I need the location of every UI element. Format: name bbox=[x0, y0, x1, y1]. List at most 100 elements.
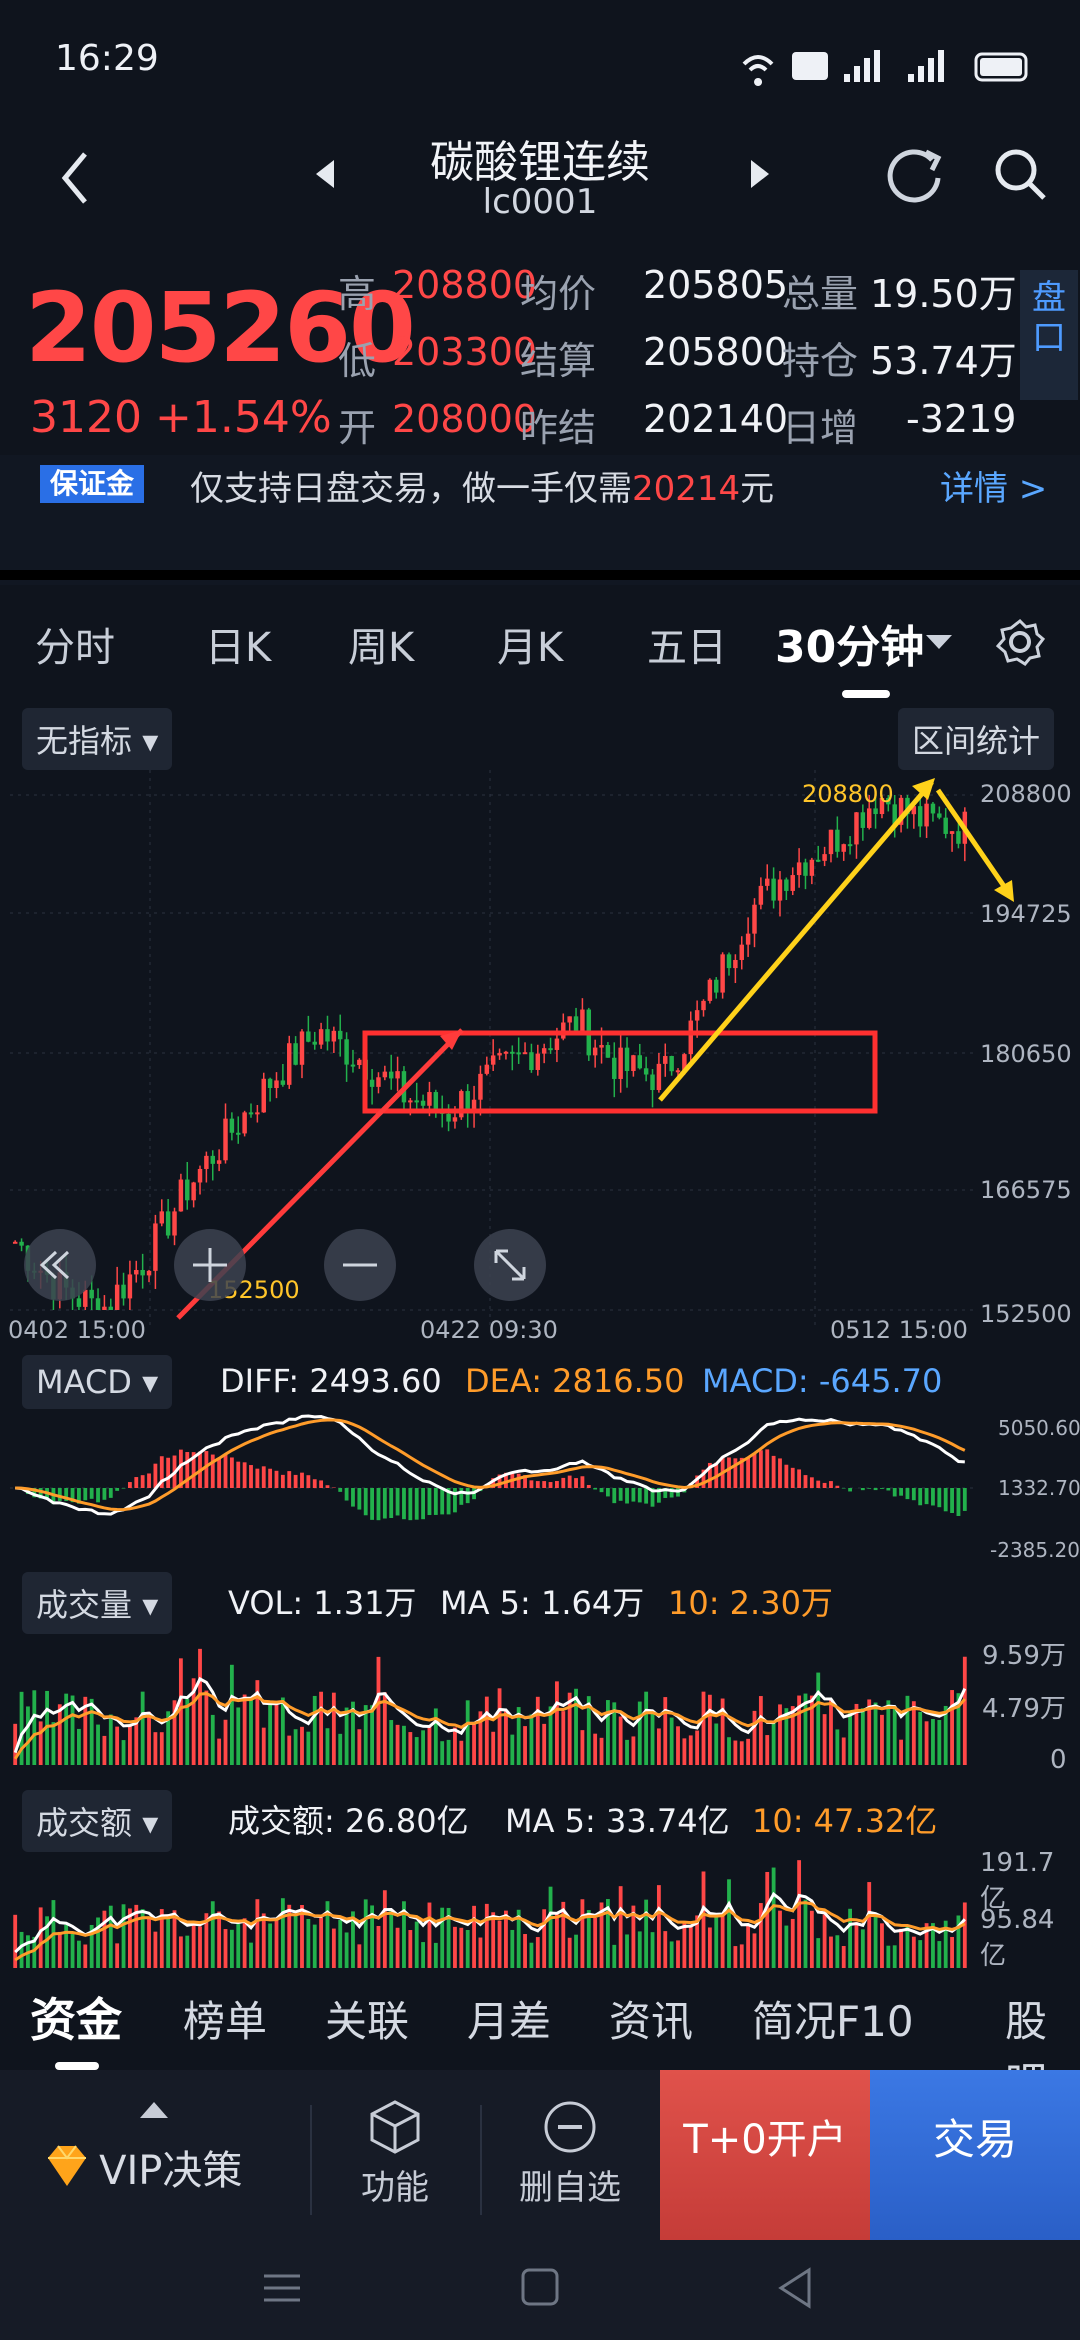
volume-bar bbox=[268, 1704, 273, 1765]
volume-bar bbox=[421, 1730, 425, 1765]
back-nav-icon[interactable] bbox=[775, 2266, 815, 2310]
tab-news[interactable]: 资讯 bbox=[609, 1988, 693, 2049]
volume-bar bbox=[880, 1714, 884, 1765]
kline-chart[interactable]: 208800 152500 bbox=[0, 770, 1080, 1345]
macd-bar bbox=[249, 1465, 253, 1488]
macd-bar bbox=[841, 1488, 846, 1489]
macd-diff: DIFF: 2493.60 bbox=[220, 1362, 442, 1400]
volume-bar bbox=[733, 1740, 738, 1765]
volume-bar bbox=[331, 1928, 336, 1968]
candle-body bbox=[612, 1057, 617, 1079]
tab-related[interactable]: 关联 bbox=[325, 1988, 409, 2049]
macd-bar bbox=[57, 1488, 62, 1501]
amount-value: 成交额: 26.80亿 bbox=[228, 1802, 469, 1840]
candle-body bbox=[835, 829, 840, 852]
indicator-select[interactable]: 无指标 ▾ bbox=[22, 708, 173, 770]
scroll-left-button[interactable] bbox=[24, 1229, 96, 1301]
next-contract-icon[interactable] bbox=[745, 154, 775, 194]
volume-bar bbox=[217, 1738, 222, 1765]
tab-rankings[interactable]: 榜单 bbox=[183, 1988, 267, 2049]
remove-watchlist-button[interactable]: 删自选 bbox=[510, 2098, 630, 2209]
volume-bar bbox=[771, 1722, 776, 1765]
tab-weekly[interactable]: 周K bbox=[348, 615, 414, 673]
function-button[interactable]: 功能 bbox=[345, 2098, 445, 2209]
gear-icon[interactable] bbox=[995, 617, 1045, 667]
volume-bar bbox=[778, 1704, 782, 1765]
macd-label: MACD bbox=[36, 1363, 132, 1401]
macd-select[interactable]: MACD ▾ bbox=[22, 1355, 173, 1409]
tab-profile[interactable]: 简况F10 bbox=[752, 1988, 914, 2049]
volume-bar bbox=[535, 1937, 540, 1968]
macd-chart bbox=[10, 1414, 975, 1521]
system-nav-bar bbox=[0, 2240, 1080, 2340]
vol-ma10: 10: 2.30万 bbox=[668, 1584, 833, 1622]
volume-bar bbox=[886, 1700, 891, 1765]
volume-bar bbox=[618, 1886, 623, 1968]
volume-bar bbox=[803, 1899, 808, 1968]
high-label: 高 bbox=[338, 272, 377, 316]
volume-bar bbox=[854, 1922, 859, 1968]
macd-tick: -2385.20 bbox=[990, 1538, 1080, 1562]
volume-bar bbox=[676, 1940, 680, 1968]
volume-label: 成交量 bbox=[36, 1586, 133, 1624]
search-icon[interactable] bbox=[990, 144, 1050, 204]
candle-body bbox=[261, 1078, 266, 1113]
candle-body bbox=[841, 844, 846, 852]
menu-icon[interactable] bbox=[262, 2268, 302, 2308]
tab-spread[interactable]: 月差 bbox=[467, 1988, 551, 2049]
volume-bar bbox=[504, 1711, 508, 1765]
macd-bar bbox=[96, 1488, 100, 1503]
tab-monthly[interactable]: 月K bbox=[497, 615, 563, 673]
amount-tick: 95.84亿 bbox=[980, 1905, 1055, 1971]
notice-bar[interactable]: 保证金 仅支持日盘交易，做一手仅需20214元 详情 > bbox=[0, 455, 1080, 585]
tab-timeshare[interactable]: 分时 bbox=[35, 615, 115, 673]
open-account-button[interactable]: T+0开户 bbox=[660, 2070, 870, 2240]
vol-tick: 9.59万 bbox=[982, 1641, 1066, 1671]
candle-body bbox=[293, 1043, 298, 1065]
volume-bar bbox=[459, 1740, 464, 1765]
tab-30min[interactable]: 30分钟 bbox=[775, 611, 924, 675]
macd-bar bbox=[644, 1488, 649, 1504]
candle-body bbox=[815, 859, 821, 862]
candle-body bbox=[796, 862, 802, 876]
candle-body bbox=[847, 844, 853, 847]
orderbook-toggle[interactable]: 盘口 bbox=[1020, 270, 1078, 400]
trade-button[interactable]: 交易 bbox=[870, 2070, 1080, 2240]
x-tick: 0402 15:00 bbox=[8, 1316, 146, 1344]
volume-bar bbox=[491, 1912, 496, 1968]
home-icon[interactable] bbox=[520, 2266, 560, 2310]
tab-five-day[interactable]: 五日 bbox=[647, 615, 727, 673]
candle-body bbox=[242, 1112, 247, 1134]
volume-bar bbox=[911, 1936, 916, 1968]
refresh-icon[interactable] bbox=[882, 142, 946, 206]
macd-bar bbox=[567, 1475, 572, 1488]
macd-bar bbox=[465, 1488, 470, 1504]
volume-bar bbox=[822, 1714, 827, 1765]
candle-body bbox=[675, 1070, 681, 1073]
volume-bar bbox=[57, 1704, 62, 1765]
tab-daily[interactable]: 日K bbox=[205, 615, 271, 673]
volume-bar bbox=[644, 1899, 649, 1968]
active-tab-indicator bbox=[55, 2062, 99, 2070]
range-stats-button[interactable]: 区间统计 bbox=[898, 708, 1055, 770]
candle-body bbox=[236, 1132, 241, 1135]
volume-bar bbox=[280, 1898, 285, 1968]
candle-body bbox=[369, 1079, 375, 1087]
tab-funds[interactable]: 资金 bbox=[30, 1984, 122, 2050]
candle-body bbox=[146, 1270, 152, 1276]
volume-bar bbox=[223, 1929, 228, 1968]
candle-body bbox=[178, 1179, 184, 1212]
macd-bar bbox=[89, 1488, 94, 1499]
chevron-up-icon[interactable] bbox=[138, 2100, 170, 2120]
volume-bar bbox=[809, 1910, 814, 1968]
candle-body bbox=[83, 1289, 88, 1307]
volume-bar bbox=[886, 1945, 891, 1968]
volume-bar bbox=[147, 1711, 151, 1765]
candle-body bbox=[414, 1100, 419, 1103]
volume-bar bbox=[567, 1937, 572, 1968]
volume-bar bbox=[746, 1924, 751, 1968]
macd-bar bbox=[599, 1488, 604, 1493]
notice-detail-link[interactable]: 详情 > bbox=[940, 461, 1047, 510]
vip-decision-button[interactable]: VIP决策 bbox=[40, 2138, 242, 2198]
macd-bar bbox=[746, 1457, 751, 1488]
